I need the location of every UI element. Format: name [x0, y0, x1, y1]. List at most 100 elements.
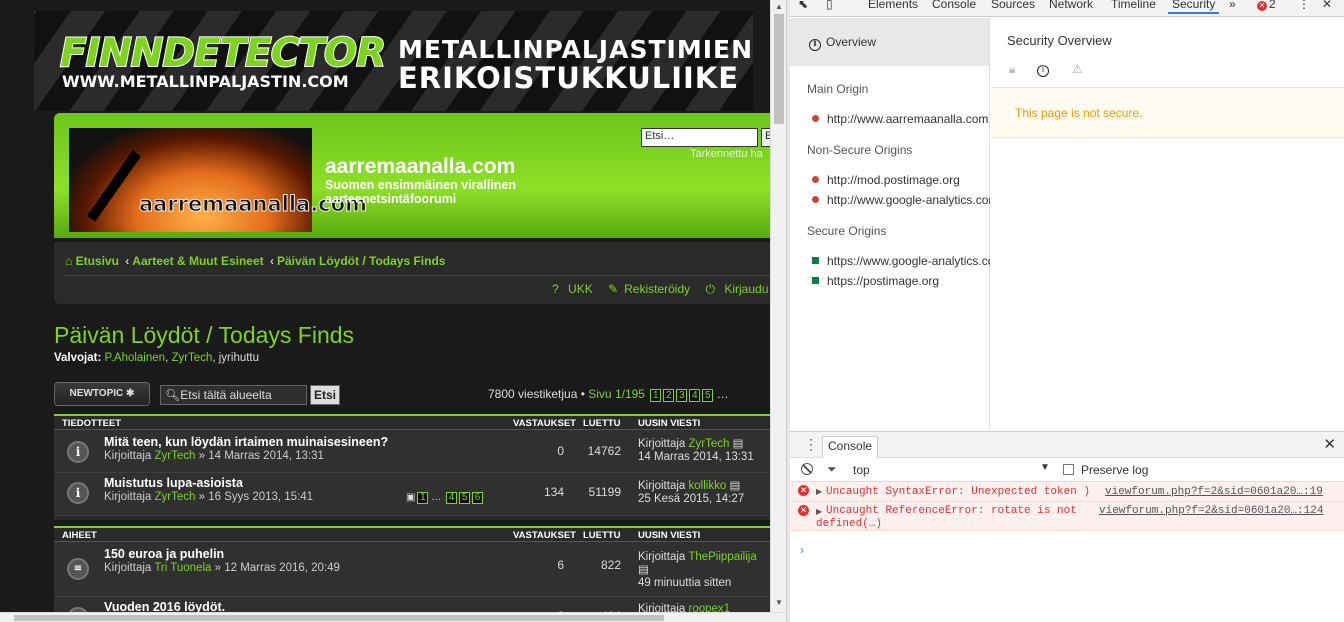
crumb-home[interactable]: Etusivu [76, 254, 119, 268]
tab-security[interactable]: Security [1168, 0, 1220, 14]
filter-icon[interactable]: ⏷ [827, 462, 837, 477]
forum-search-input[interactable]: 🔍︎Etsi tältä alueelta [160, 385, 307, 405]
advanced-search-link[interactable]: Tarkennettu ha [690, 148, 763, 160]
page-link[interactable]: 5 [459, 492, 471, 504]
author-link[interactable]: Tri Tuonela [154, 562, 211, 574]
error-counter[interactable]: ✕ 2 [1257, 0, 1276, 11]
site-logo[interactable]: aarremaanalla.com [69, 128, 367, 232]
origin-item[interactable]: https://postimage.org [812, 274, 990, 288]
console-toolbar: ⏷ top ▼ Preserve log [790, 458, 1344, 482]
login-label: Kirjaudu sis [724, 282, 770, 296]
new-topic-button[interactable]: NEWTOPIC ✱ [54, 382, 150, 406]
table-row[interactable]: i Muistutus lupa-asioista Kirjoittaja Zy… [54, 473, 770, 516]
header-search-button[interactable]: E [761, 128, 770, 147]
close-devtools-icon[interactable]: ✕ [1322, 0, 1332, 11]
forum-search-button[interactable]: Etsi [310, 385, 340, 405]
origin-item[interactable]: http://www.google-analytics.com [812, 193, 990, 207]
dropdown-icon[interactable]: ▼ [1040, 462, 1050, 473]
tab-network[interactable]: Network [1049, 0, 1093, 11]
topic-title[interactable]: Muistutus lupa-asioista [104, 476, 243, 490]
expand-icon[interactable]: ▶ [816, 485, 822, 498]
scroll-up-icon[interactable]: ▲ [775, 2, 783, 11]
overview-item[interactable]: i Overview [790, 18, 989, 66]
last-post: Kirjoittaja kollikko ▤ 25 Kesä 2015, 14:2… [638, 480, 744, 506]
horizontal-scrollbar[interactable] [0, 612, 786, 622]
error-text: Uncaught ReferenceError: rotate is not [826, 505, 1077, 517]
drawer-menu-icon[interactable]: ⋮ [804, 436, 818, 453]
tab-elements[interactable]: Elements [868, 0, 918, 11]
page-link[interactable]: 4 [689, 389, 701, 402]
inspect-icon[interactable]: ⬉ [798, 0, 808, 11]
table-header: AIHEET VASTAUKSET LUETTU UUSIN VIESTI [54, 528, 770, 542]
page-indicator[interactable]: Sivu 1/195 [588, 387, 645, 401]
page-link[interactable]: 2 [663, 389, 675, 402]
author-link[interactable]: ThePiippailija [688, 551, 756, 563]
goto-post-icon[interactable]: ▤ [729, 480, 740, 492]
origin-item[interactable]: http://www.aarremaanalla.com [812, 112, 990, 126]
topic-title[interactable]: 150 euroa ja puhelin [104, 547, 224, 561]
page-link[interactable]: 5 [702, 389, 714, 402]
expand-icon[interactable]: ▶ [816, 505, 822, 518]
moderators-label: Valvojat: [54, 352, 102, 364]
page-link[interactable]: 3 [676, 389, 688, 402]
scrollbar-thumb[interactable] [14, 615, 664, 621]
table-row[interactable]: ≡ 150 euroa ja puhelin Kirjoittaja Tri T… [54, 542, 770, 597]
tab-console[interactable]: Console [932, 0, 976, 11]
origin-item[interactable]: https://www.google-analytics.com [812, 254, 990, 268]
console-error[interactable]: ✕ ▶ Uncaught SyntaxError: Unexpected tok… [790, 482, 1344, 502]
console-error[interactable]: ✕ ▶ Uncaught ReferenceError: rotate is n… [790, 502, 1344, 531]
context-select[interactable]: top [853, 463, 870, 477]
drawer-tab-console[interactable]: Console [822, 436, 879, 458]
vertical-scrollbar[interactable]: ▲ ▼ [770, 0, 786, 612]
page-link[interactable]: 6 [472, 492, 484, 504]
menu-icon[interactable]: ⋮ [1298, 0, 1310, 11]
crumb-category[interactable]: Aarteet & Muut Esineet [132, 254, 263, 268]
ad-banner[interactable]: FINNDETECTOR WWW.METALLINPALJASTIN.COM M… [34, 11, 753, 111]
by-label: Kirjoittaja [638, 551, 686, 563]
col-views: LUETTU [583, 418, 621, 429]
scroll-down-icon[interactable]: ▼ [775, 598, 783, 607]
close-drawer-icon[interactable]: ✕ [1323, 435, 1336, 453]
page-link[interactable]: 4 [446, 492, 458, 504]
topic-title[interactable]: Mitä teen, kun löydän irtaimen muinaises… [104, 435, 388, 449]
header-search-input[interactable]: Etsi… [641, 128, 758, 147]
faq-link[interactable]: ? UKK [552, 282, 599, 296]
help-icon: ? [552, 282, 559, 296]
console-prompt[interactable]: › [800, 543, 804, 557]
moderator-link[interactable]: P.Aholainen [105, 352, 166, 364]
moderator-link[interactable]: ZyrTech [171, 352, 212, 364]
not-secure-message: This page is not secure. [991, 87, 1344, 138]
origin-item[interactable]: http://mod.postimage.org [812, 173, 990, 187]
site-description: Suomen ensimmäinen virallinen aarteenets… [325, 178, 517, 206]
page-link[interactable]: 1 [650, 389, 662, 402]
login-link[interactable]: ⏻ Kirjaudu sis [706, 282, 771, 296]
crumb-forum[interactable]: Päivän Löydöt / Todays Finds [277, 254, 445, 268]
more-tabs-icon[interactable]: » [1229, 0, 1236, 11]
error-source-link[interactable]: viewforum.php?f=2&sid=0601a20…:19 [1105, 486, 1323, 499]
tab-timeline[interactable]: Timeline [1111, 0, 1156, 11]
table-row[interactable]: i Mitä teen, kun löydän irtaimen muinais… [54, 430, 770, 473]
author-link[interactable]: ZyrTech [155, 450, 196, 462]
author-link[interactable]: ZyrTech [155, 491, 196, 503]
error-source-link[interactable]: viewforum.php?f=2&sid=0601a20…:124 [1099, 505, 1323, 518]
clear-console-icon[interactable] [801, 463, 813, 475]
preserve-log-checkbox[interactable] [1063, 464, 1074, 475]
author-link[interactable]: ZyrTech [689, 438, 730, 450]
overview-title: Security Overview [1007, 33, 1112, 48]
logo-shovel [86, 150, 142, 222]
tab-sources[interactable]: Sources [991, 0, 1035, 11]
last-post: Kirjoittaja ThePiippailija ▤ 49 minuuttia … [638, 551, 757, 590]
by-label: Kirjoittaja [104, 450, 152, 462]
power-icon: ⏻ [705, 282, 716, 296]
author-link[interactable]: kollikko [689, 480, 727, 492]
moderator-link[interactable]: jyrihuttu [219, 352, 259, 364]
col-topic: AIHEET [62, 530, 97, 541]
device-icon[interactable]: ▯ [826, 0, 833, 11]
goto-post-icon[interactable]: ▤ [638, 564, 649, 576]
goto-post-icon[interactable]: ▤ [733, 438, 744, 450]
forum-title[interactable]: Päivän Löydöt / Todays Finds [54, 322, 354, 349]
page-link[interactable]: 1 [417, 492, 429, 504]
register-link[interactable]: ✎ Rekisteröidy [608, 282, 696, 296]
scrollbar-thumb[interactable] [774, 14, 784, 124]
moderators: Valvojat: P.Aholainen, ZyrTech, jyrihutt… [54, 352, 260, 364]
